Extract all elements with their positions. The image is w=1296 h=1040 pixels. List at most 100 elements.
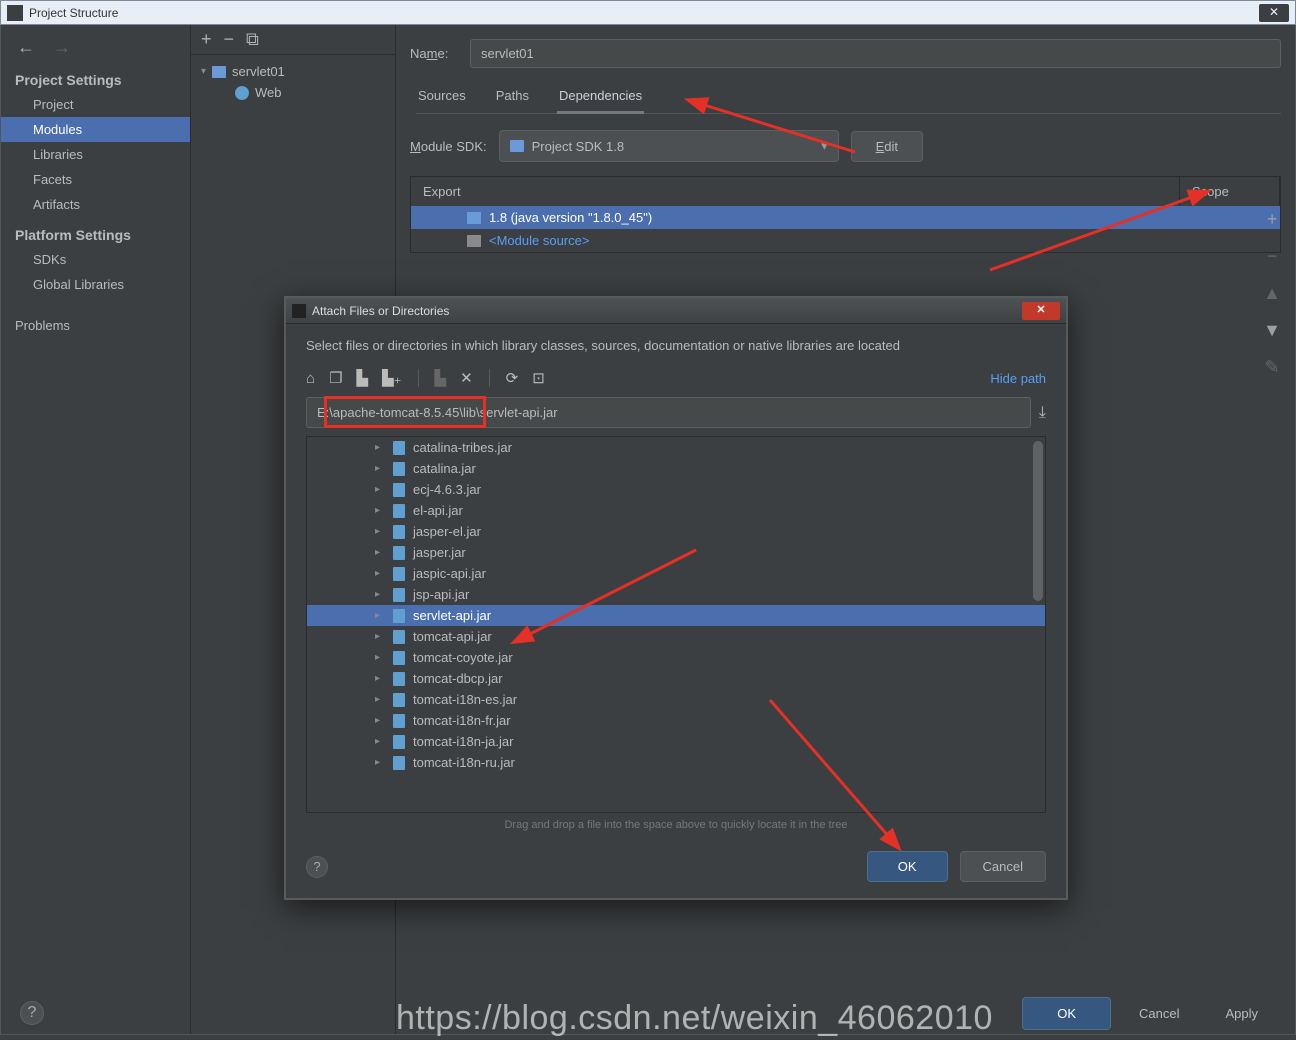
dialog-title: Attach Files or Directories <box>312 304 449 318</box>
scrollbar[interactable] <box>1033 441 1043 601</box>
help-button[interactable]: ? <box>20 1001 44 1025</box>
dep-up-icon[interactable]: ▲ <box>1263 283 1281 304</box>
tree-module-row[interactable]: ▾ servlet01 <box>195 61 391 82</box>
file-name: tomcat-coyote.jar <box>413 650 513 665</box>
app-icon <box>7 5 23 21</box>
sidebar-item-project[interactable]: Project <box>1 92 190 117</box>
dialog-ok-button[interactable]: OK <box>867 851 948 882</box>
file-name: tomcat-i18n-ja.jar <box>413 734 513 749</box>
tab-paths[interactable]: Paths <box>494 82 531 113</box>
tree-web-label: Web <box>255 85 282 100</box>
hide-path-link[interactable]: Hide path <box>990 371 1046 386</box>
sidebar-item-modules[interactable]: Modules <box>1 117 190 142</box>
jar-icon <box>393 546 405 560</box>
sidebar-item-libraries[interactable]: Libraries <box>1 142 190 167</box>
chevron-right-icon: ▸ <box>375 715 385 726</box>
home-icon[interactable]: ⌂ <box>306 370 315 387</box>
file-row[interactable]: ▸tomcat-i18n-ru.jar <box>307 752 1045 773</box>
dep-row-sdk[interactable]: 1.8 (java version "1.8.0_45") <box>411 206 1280 229</box>
file-name: catalina.jar <box>413 461 476 476</box>
file-row[interactable]: ▸tomcat-coyote.jar <box>307 647 1045 668</box>
show-hidden-icon[interactable]: ⊡ <box>532 369 545 387</box>
sidebar-item-sdks[interactable]: SDKs <box>1 247 190 272</box>
dep-down-icon[interactable]: ▼ <box>1263 320 1281 341</box>
file-row[interactable]: ▸tomcat-i18n-es.jar <box>307 689 1045 710</box>
tab-dependencies[interactable]: Dependencies <box>557 82 644 113</box>
path-input[interactable] <box>306 397 1031 428</box>
dep-edit-icon[interactable]: ✎ <box>1265 357 1280 378</box>
chevron-right-icon: ▸ <box>375 526 385 537</box>
file-row[interactable]: ▸catalina-tribes.jar <box>307 437 1045 458</box>
tree-add-icon[interactable]: + <box>201 29 212 50</box>
file-row[interactable]: ▸el-api.jar <box>307 500 1045 521</box>
dep-remove-icon[interactable]: − <box>1267 246 1278 267</box>
file-row[interactable]: ▸ catalina.jar <box>307 458 1045 479</box>
jar-icon <box>393 609 405 623</box>
chevron-right-icon: ▸ <box>375 463 385 474</box>
nav-forward-icon[interactable]: → <box>53 37 71 58</box>
jar-icon <box>393 462 405 476</box>
sidebar-item-artifacts[interactable]: Artifacts <box>1 192 190 217</box>
dialog-cancel-button[interactable]: Cancel <box>960 851 1046 882</box>
jar-icon <box>393 441 405 455</box>
jar-icon <box>393 756 405 770</box>
chevron-right-icon: ▸ <box>375 610 385 621</box>
jar-icon <box>393 651 405 665</box>
main-cancel-button[interactable]: Cancel <box>1121 998 1197 1029</box>
dialog-close-button[interactable]: ✕ <box>1022 302 1060 320</box>
file-row[interactable]: ▸ecj-4.6.3.jar <box>307 479 1045 500</box>
folder-alt-icon[interactable]: ▙ <box>435 369 447 387</box>
file-name: jsp-api.jar <box>413 587 469 602</box>
sidebar-item-problems[interactable]: Problems <box>1 313 190 338</box>
file-row[interactable]: ▸tomcat-i18n-ja.jar <box>307 731 1045 752</box>
sidebar-section-platform-settings: Platform Settings <box>1 217 190 247</box>
file-name: jasper-el.jar <box>413 524 481 539</box>
module-sdk-dropdown[interactable]: Project SDK 1.8 ▾ <box>499 130 839 162</box>
jar-icon <box>393 630 405 644</box>
file-row[interactable]: ▸servlet-api.jar <box>307 605 1045 626</box>
jar-icon <box>393 483 405 497</box>
jar-icon <box>393 588 405 602</box>
dialog-icon <box>292 304 306 318</box>
desktop-icon[interactable]: ❐ <box>329 369 342 387</box>
file-row[interactable]: ▸jasper.jar <box>307 542 1045 563</box>
jar-icon <box>393 567 405 581</box>
module-name-input[interactable] <box>470 39 1281 68</box>
dep-add-icon[interactable]: + <box>1267 209 1278 230</box>
file-row[interactable]: ▸tomcat-i18n-fr.jar <box>307 710 1045 731</box>
jar-icon <box>393 525 405 539</box>
sidebar-section-project-settings: Project Settings <box>1 62 190 92</box>
jar-icon <box>393 714 405 728</box>
jar-icon <box>393 735 405 749</box>
file-name: tomcat-i18n-es.jar <box>413 692 517 707</box>
file-row[interactable]: ▸ jasper-el.jar <box>307 521 1045 542</box>
dep-row-sdk-label: 1.8 (java version "1.8.0_45") <box>489 210 652 225</box>
file-name: ecj-4.6.3.jar <box>413 482 481 497</box>
main-apply-button[interactable]: Apply <box>1207 998 1276 1029</box>
jar-icon <box>393 672 405 686</box>
file-row[interactable]: ▸tomcat-api.jar <box>307 626 1045 647</box>
file-name: tomcat-i18n-ru.jar <box>413 755 515 770</box>
nav-back-icon[interactable]: ← <box>17 37 35 58</box>
tree-remove-icon[interactable]: − <box>224 29 235 50</box>
sidebar-item-facets[interactable]: Facets <box>1 167 190 192</box>
sidebar-item-global-libraries[interactable]: Global Libraries <box>1 272 190 297</box>
file-row[interactable]: ▸jaspic-api.jar <box>307 563 1045 584</box>
tab-sources[interactable]: Sources <box>416 82 468 113</box>
download-icon[interactable]: ⤓ <box>1039 404 1046 422</box>
new-folder-icon[interactable]: ▙₊ <box>382 369 401 387</box>
window-close-button[interactable]: ✕ <box>1259 4 1289 22</box>
project-folder-icon[interactable]: ▙ <box>357 369 369 387</box>
tree-copy-icon[interactable]: ⧉ <box>246 29 259 50</box>
file-name: el-api.jar <box>413 503 463 518</box>
file-tree[interactable]: ▸catalina-tribes.jar▸catalina.jar▸ecj-4.… <box>306 436 1046 813</box>
refresh-icon[interactable]: ⟳ <box>506 369 519 387</box>
delete-icon[interactable]: ✕ <box>460 369 473 387</box>
file-row[interactable]: ▸tomcat-dbcp.jar <box>307 668 1045 689</box>
main-ok-button[interactable]: OK <box>1022 997 1111 1030</box>
edit-sdk-button[interactable]: Edit <box>851 131 923 162</box>
file-row[interactable]: ▸jsp-api.jar <box>307 584 1045 605</box>
dialog-help-button[interactable]: ? <box>306 856 328 878</box>
dep-row-module-source[interactable]: <Module source> <box>411 229 1280 252</box>
tree-web-row[interactable]: Web <box>195 82 391 103</box>
